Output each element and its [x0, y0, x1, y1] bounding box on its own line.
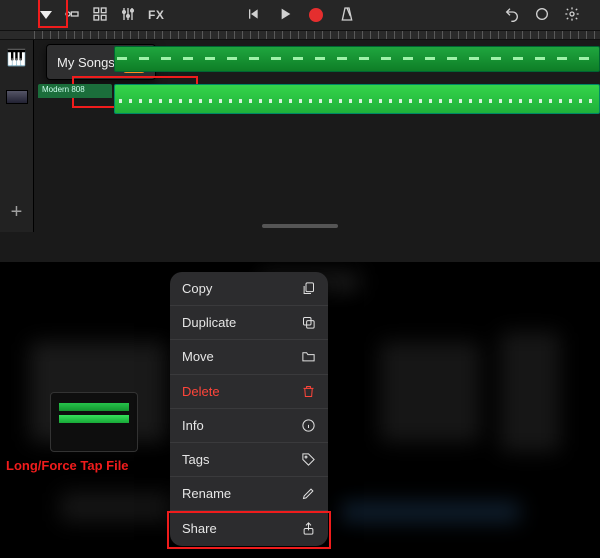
loop-browser-icon[interactable]	[534, 6, 550, 25]
play-icon[interactable]	[277, 6, 293, 25]
add-track-button[interactable]: +	[11, 201, 23, 224]
track-view-icon[interactable]	[64, 6, 80, 25]
tag-icon	[301, 452, 316, 467]
menu-caret-icon[interactable]	[40, 11, 52, 19]
menu-share[interactable]: Share	[170, 511, 328, 545]
menu-share-label: Share	[182, 521, 217, 536]
rewind-icon[interactable]	[245, 6, 261, 25]
project-file-thumbnail[interactable]	[50, 392, 138, 452]
menu-delete-label: Delete	[182, 384, 220, 399]
pencil-icon	[301, 486, 316, 501]
track-gutter: 🎹 +	[0, 40, 34, 232]
menu-move[interactable]: Move	[170, 340, 328, 374]
instrument-piano-icon[interactable]: 🎹	[7, 48, 27, 68]
menu-copy-label: Copy	[182, 281, 212, 296]
context-menu: Copy Duplicate Move Delete Info Tags	[170, 272, 328, 546]
record-button[interactable]	[309, 8, 323, 22]
trash-icon	[301, 384, 316, 399]
track1-region[interactable]	[114, 46, 600, 72]
undo-icon[interactable]	[504, 6, 520, 25]
menu-info-label: Info	[182, 418, 204, 433]
menu-rename[interactable]: Rename	[170, 477, 328, 511]
share-icon	[301, 521, 316, 536]
annotation-text: Long/Force Tap File	[6, 458, 129, 473]
menu-move-label: Move	[182, 349, 214, 364]
editor-panel: FX 🎹 + My So	[0, 0, 600, 262]
home-indicator	[262, 224, 338, 228]
menu-info[interactable]: Info	[170, 409, 328, 443]
copy-icon	[301, 281, 316, 296]
menu-rename-label: Rename	[182, 486, 231, 501]
menu-tags-label: Tags	[182, 452, 209, 467]
timeline-ruler[interactable]	[0, 30, 600, 40]
menu-duplicate-label: Duplicate	[182, 315, 236, 330]
grid-view-icon[interactable]	[92, 6, 108, 25]
info-icon	[301, 418, 316, 433]
menu-duplicate[interactable]: Duplicate	[170, 306, 328, 340]
metronome-icon[interactable]	[339, 6, 355, 25]
my-songs-label: My Songs	[57, 55, 115, 70]
tracks-area: 🎹 + My Songs Modern 808	[0, 40, 600, 232]
files-panel: Long/Force Tap File Copy Duplicate Move …	[0, 262, 600, 558]
track2-label[interactable]: Modern 808	[38, 84, 112, 98]
menu-copy[interactable]: Copy	[170, 272, 328, 306]
menu-tags[interactable]: Tags	[170, 443, 328, 477]
settings-icon[interactable]	[564, 6, 580, 25]
instrument-808-icon[interactable]	[6, 90, 28, 104]
duplicate-icon	[301, 315, 316, 330]
menu-delete[interactable]: Delete	[170, 375, 328, 409]
track2-region[interactable]	[114, 84, 600, 114]
toolbar: FX	[0, 0, 600, 30]
fx-button[interactable]: FX	[148, 8, 164, 22]
folder-icon	[301, 349, 316, 364]
mixer-icon[interactable]	[120, 6, 136, 25]
